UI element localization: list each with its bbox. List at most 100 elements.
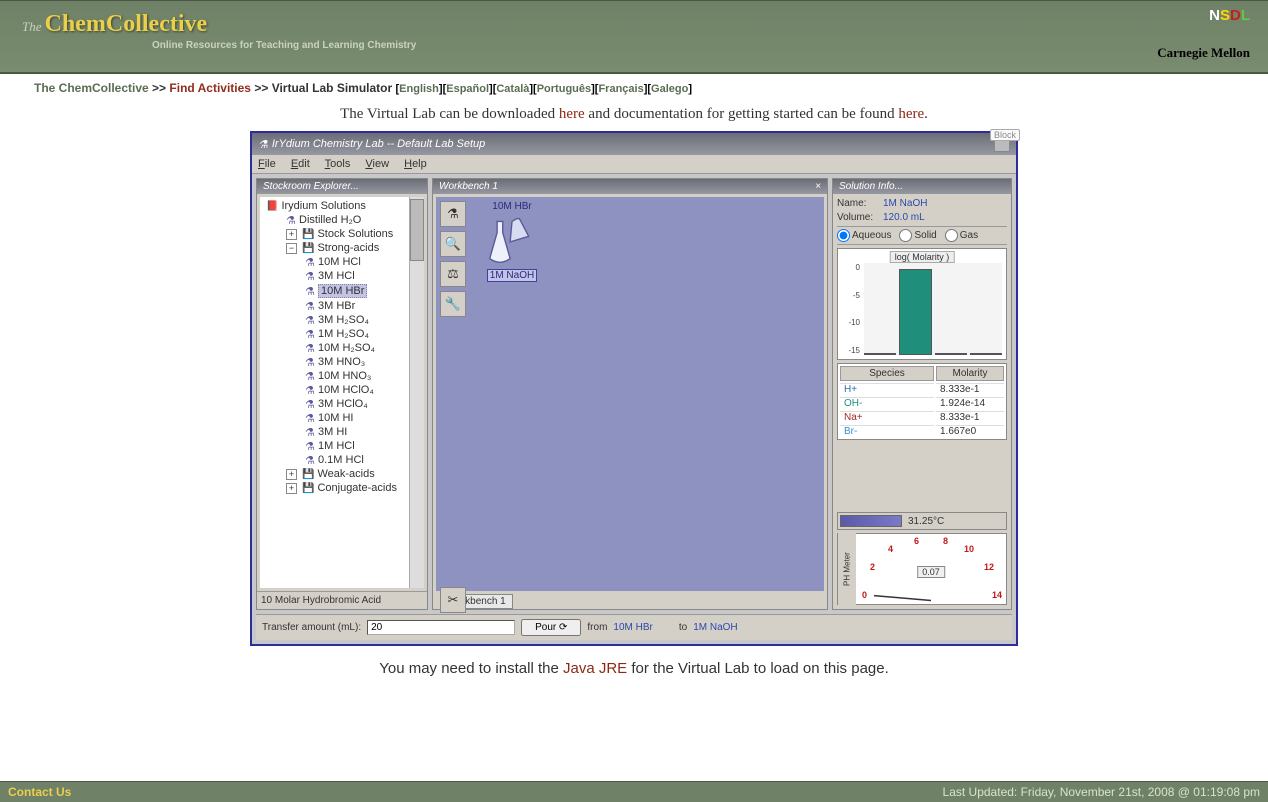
tree-acid-item[interactable]: 10M HCl (260, 255, 424, 269)
expand-icon[interactable]: + (286, 469, 297, 480)
solution-title: Solution Info... (833, 179, 1011, 194)
tool-discard[interactable]: ✂ (440, 587, 466, 613)
workbench-title: Workbench 1× (433, 179, 827, 194)
tree-item[interactable]: −Strong-acids (260, 241, 424, 255)
disk-icon (302, 468, 314, 480)
tree-acid-item[interactable]: 10M HClO₄ (260, 383, 424, 397)
flask-icon (305, 454, 315, 466)
ph-meter-label: PH Meter (838, 532, 856, 606)
lab-applet: ⚗ IrYdium Chemistry Lab -- Default Lab S… (250, 131, 1018, 646)
solution-name: 1M NaOH (883, 198, 927, 209)
lang-portugues[interactable]: Português (537, 83, 591, 95)
tree-acid-item[interactable]: 3M HI (260, 425, 424, 439)
flask-icon (286, 214, 296, 226)
last-updated: Last Updated: Friday, November 21st, 200… (943, 785, 1260, 799)
phase-solid[interactable]: Solid (899, 229, 936, 242)
menu-tools[interactable]: Tools (325, 158, 351, 170)
tree-item[interactable]: +Conjugate-acids (260, 481, 424, 495)
tool-mix[interactable]: ⚖ (440, 261, 466, 287)
footer: Contact Us Last Updated: Friday, Novembe… (0, 781, 1268, 802)
phase-aqueous[interactable]: Aqueous (837, 229, 891, 242)
flask-graphic-icon (484, 214, 540, 266)
lang-english[interactable]: English (399, 83, 439, 95)
flask-icon (305, 328, 315, 340)
flask-icon (305, 426, 315, 438)
logo-subtitle: Online Resources for Teaching and Learni… (152, 40, 1268, 51)
tree-acid-item[interactable]: 1M HCl (260, 439, 424, 453)
tool-settings[interactable]: 🔧 (440, 291, 466, 317)
temp-bar-icon (840, 515, 902, 527)
java-jre-link[interactable]: Java JRE (563, 660, 627, 677)
tool-new-flask[interactable]: ⚗ (440, 201, 466, 227)
download-link[interactable]: here (559, 106, 585, 122)
flask-icon (305, 300, 315, 312)
molarity-chart: log( Molarity ) 0-5-10-15 (837, 248, 1007, 360)
scroll-thumb[interactable] (410, 199, 424, 261)
lang-francais[interactable]: Français (598, 83, 643, 95)
breadcrumb-find[interactable]: Find Activities (169, 81, 251, 95)
gauge-needle-icon (856, 534, 1006, 604)
flask-label-2-selected[interactable]: 1M NaOH (487, 269, 537, 282)
flask-label-1: 10M HBr (484, 201, 540, 212)
pour-button[interactable]: Pour ⟳ (521, 619, 581, 636)
flask-icon (305, 412, 315, 424)
lang-galego[interactable]: Galego (651, 83, 688, 95)
tree-acid-item[interactable]: 10M HBr (260, 283, 424, 299)
tree-acid-item[interactable]: 10M H₂SO₄ (260, 341, 424, 355)
lang-espanol[interactable]: Español (446, 83, 489, 95)
menu-edit[interactable]: Edit (291, 158, 310, 170)
tree-item[interactable]: +Stock Solutions (260, 227, 424, 241)
disk-icon (302, 228, 314, 240)
tree-acid-item[interactable]: 10M HI (260, 411, 424, 425)
tree-acid-item[interactable]: 3M HCl (260, 269, 424, 283)
tree-acid-item[interactable]: 3M HNO₃ (260, 355, 424, 369)
tree-acid-item[interactable]: 10M HNO₃ (260, 369, 424, 383)
tree-acid-item[interactable]: 1M H₂SO₄ (260, 327, 424, 341)
tree-acid-item[interactable]: 3M HClO₄ (260, 397, 424, 411)
temperature-value: 31.25°C (908, 516, 944, 527)
temperature-display: 31.25°C (837, 512, 1007, 530)
tool-view[interactable]: 🔍 (440, 231, 466, 257)
transfer-bar: Transfer amount (mL): Pour ⟳ from 10M HB… (256, 614, 1012, 640)
species-row: H+8.333e-1 (840, 383, 1004, 395)
tree-acid-item[interactable]: 0.1M HCl (260, 453, 424, 467)
tree-item[interactable]: +Weak-acids (260, 467, 424, 481)
contact-link[interactable]: Contact Us (8, 785, 71, 799)
breadcrumb-root[interactable]: The ChemCollective (34, 81, 149, 95)
lang-catala[interactable]: Català (496, 83, 529, 95)
phase-gas[interactable]: Gas (945, 229, 978, 242)
phase-selector: Aqueous Solid Gas (837, 226, 1007, 245)
tree-acid-item[interactable]: 3M H₂SO₄ (260, 313, 424, 327)
folder-icon (266, 200, 278, 212)
tree-item[interactable]: Distilled H₂O (260, 213, 424, 227)
tree-acid-item[interactable]: 3M HBr (260, 299, 424, 313)
workbench-area[interactable]: ⚗ 🔍 ⚖ 🔧 ✂ 10M HBr 1M NaOH (436, 197, 824, 591)
expand-icon[interactable]: + (286, 483, 297, 494)
menu-view[interactable]: View (365, 158, 389, 170)
transfer-to[interactable]: 1M NaOH (693, 622, 737, 633)
block-badge[interactable]: Block (990, 129, 1020, 141)
site-header: The ChemCollective Online Resources for … (0, 0, 1268, 74)
collapse-icon[interactable]: − (286, 243, 297, 254)
scrollbar[interactable] (409, 197, 424, 588)
titlebar: ⚗ IrYdium Chemistry Lab -- Default Lab S… (252, 133, 1016, 155)
species-row: Na+8.333e-1 (840, 411, 1004, 423)
transfer-from[interactable]: 10M HBr (613, 622, 652, 633)
menu-file[interactable]: File (258, 158, 276, 170)
workbench-tabs: Workbench 1 (436, 594, 824, 609)
close-icon[interactable]: × (815, 181, 821, 192)
transfer-amount-input[interactable] (367, 620, 515, 635)
species-row: OH-1.924e-14 (840, 397, 1004, 409)
ph-meter: PH Meter 0 2 4 6 8 10 12 14 0.07 (837, 533, 1007, 605)
flask-group[interactable]: 10M HBr 1M NaOH (484, 201, 540, 282)
expand-icon[interactable]: + (286, 229, 297, 240)
menu-help[interactable]: Help (404, 158, 427, 170)
flask-icon (305, 370, 315, 382)
flask-icon (305, 256, 315, 268)
stockroom-tree[interactable]: Irydium Solutions Distilled H₂O +Stock S… (260, 197, 424, 588)
logo-title: ChemCollective (45, 11, 208, 37)
logo-prefix: The (22, 19, 42, 34)
workbench-panel: Workbench 1× ⚗ 🔍 ⚖ 🔧 ✂ 10M HBr 1M NaOH (432, 178, 828, 610)
docs-link[interactable]: here (898, 106, 924, 122)
tree-root[interactable]: Irydium Solutions (260, 199, 424, 213)
